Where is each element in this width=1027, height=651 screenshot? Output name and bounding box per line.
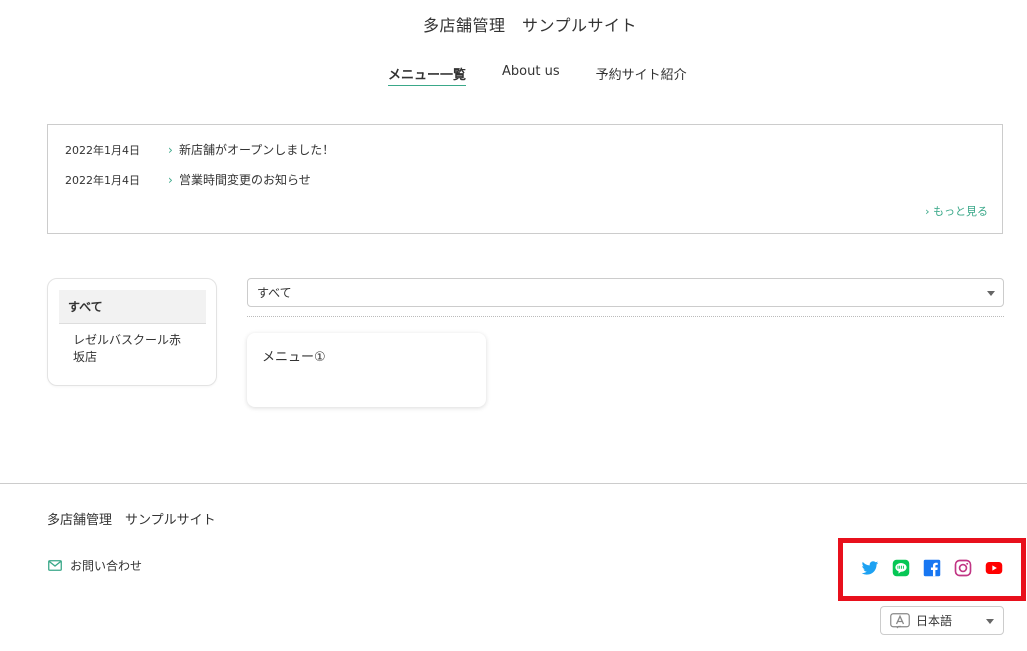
- nav-reservation-site[interactable]: 予約サイト紹介: [596, 64, 687, 86]
- divider: [247, 316, 1004, 317]
- youtube-icon[interactable]: [985, 559, 1003, 577]
- category-select[interactable]: すべて: [247, 278, 1004, 307]
- instagram-icon[interactable]: [954, 559, 972, 577]
- news-link[interactable]: 新店舗がオープンしました！: [179, 141, 334, 158]
- news-more-link[interactable]: › もっと見る: [925, 203, 988, 219]
- category-select-value: すべて: [257, 286, 292, 300]
- footer-site-title[interactable]: 多店舗管理 サンプルサイト: [47, 509, 216, 528]
- chevron-right-icon: ›: [168, 142, 173, 157]
- news-item: 2022年1月4日 › 営業時間変更のお知らせ: [65, 171, 311, 188]
- contact-label: お問い合わせ: [70, 559, 143, 573]
- news-box: 2022年1月4日 › 新店舗がオープンしました！ 2022年1月4日 › 営業…: [47, 124, 1003, 234]
- twitter-icon[interactable]: [861, 559, 879, 577]
- category-item-shop[interactable]: レゼルバスクール赤坂店: [59, 332, 206, 366]
- facebook-icon[interactable]: [923, 559, 941, 577]
- main-nav: メニュー一覧 About us 予約サイト紹介: [388, 64, 687, 86]
- translate-icon: [890, 612, 910, 628]
- language-value: 日本語: [916, 614, 953, 628]
- social-links: [861, 559, 1003, 577]
- news-date: 2022年1月4日: [65, 173, 140, 187]
- nav-about-us[interactable]: About us: [502, 64, 560, 86]
- news-date: 2022年1月4日: [65, 143, 140, 157]
- category-panel: すべて レゼルバスクール赤坂店: [47, 278, 217, 386]
- contact-link[interactable]: お問い合わせ: [48, 557, 142, 574]
- language-select[interactable]: 日本語: [880, 606, 1004, 635]
- category-item-all[interactable]: すべて: [59, 290, 206, 324]
- nav-menu-list[interactable]: メニュー一覧: [388, 64, 467, 86]
- caret-down-icon: [987, 291, 995, 296]
- site-title[interactable]: 多店舗管理 サンプルサイト: [0, 12, 1027, 36]
- news-item: 2022年1月4日 › 新店舗がオープンしました！: [65, 141, 334, 158]
- news-link[interactable]: 営業時間変更のお知らせ: [179, 171, 311, 188]
- caret-down-icon: [986, 619, 994, 624]
- line-icon[interactable]: [892, 559, 910, 577]
- footer-divider: [0, 483, 1027, 484]
- menu-card-title: メニュー①: [262, 350, 326, 365]
- chevron-right-icon: ›: [925, 205, 933, 218]
- news-more-label: もっと見る: [933, 205, 988, 218]
- chevron-right-icon: ›: [168, 172, 173, 187]
- menu-card[interactable]: メニュー①: [247, 333, 486, 407]
- mail-icon: [48, 560, 62, 571]
